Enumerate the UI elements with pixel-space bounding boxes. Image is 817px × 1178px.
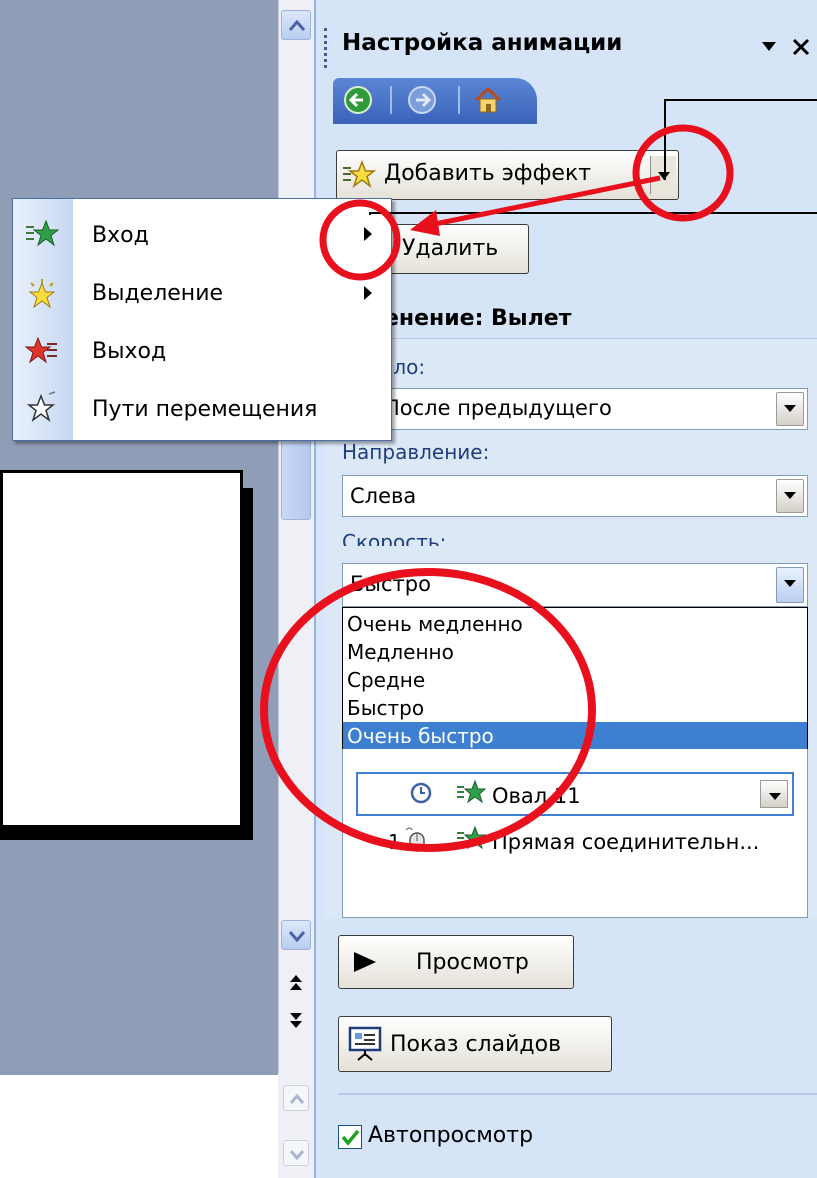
annotation-layer [260,99,817,852]
